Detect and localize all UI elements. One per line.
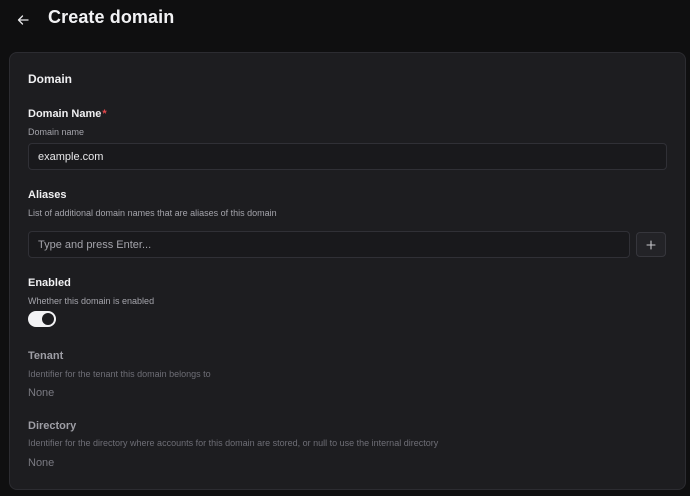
- enabled-label: Enabled: [28, 277, 71, 289]
- tenant-help: Identifier for the tenant this domain be…: [28, 369, 211, 379]
- tenant-value[interactable]: None: [28, 387, 54, 399]
- directory-label: Directory: [28, 420, 77, 432]
- domain-name-label-text: Domain Name: [28, 108, 102, 120]
- add-alias-button[interactable]: [636, 232, 666, 257]
- aliases-label: Aliases: [28, 189, 67, 201]
- tenant-label: Tenant: [28, 350, 64, 362]
- domain-name-help: Domain name: [28, 127, 85, 137]
- domain-name-label: Domain Name*: [28, 108, 107, 120]
- back-button[interactable]: [14, 11, 32, 29]
- plus-icon: [646, 239, 656, 250]
- aliases-help: List of additional domain names that are…: [28, 208, 277, 218]
- domain-form-card: Domain Domain Name* Domain name Aliases …: [9, 52, 686, 490]
- directory-value[interactable]: None: [28, 457, 54, 469]
- section-title: Domain: [28, 72, 73, 86]
- toggle-knob: [42, 313, 54, 325]
- enabled-help: Whether this domain is enabled: [28, 296, 155, 306]
- directory-help: Identifier for the directory where accou…: [28, 438, 439, 448]
- arrow-left-icon: [17, 15, 29, 25]
- top-bar: Create domain: [0, 0, 690, 44]
- required-marker: *: [102, 108, 107, 120]
- page-title: Create domain: [48, 7, 175, 27]
- domain-name-input[interactable]: [28, 143, 667, 170]
- aliases-input[interactable]: [28, 231, 630, 258]
- enabled-toggle[interactable]: [28, 311, 56, 327]
